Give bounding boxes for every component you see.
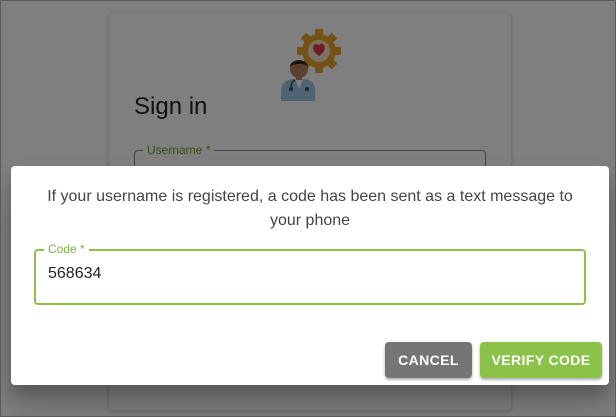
code-input[interactable] <box>48 265 568 283</box>
code-field[interactable]: Code * <box>34 242 586 305</box>
dialog-message: If your username is registered, a code h… <box>47 188 573 229</box>
app-window: Sign in Username * admin If your usernam… <box>0 0 616 417</box>
code-label: Code * <box>44 242 89 256</box>
verify-code-button[interactable]: VERIFY CODE <box>480 342 602 378</box>
verify-code-dialog: If your username is registered, a code h… <box>11 166 609 385</box>
cancel-button[interactable]: CANCEL <box>385 342 472 378</box>
